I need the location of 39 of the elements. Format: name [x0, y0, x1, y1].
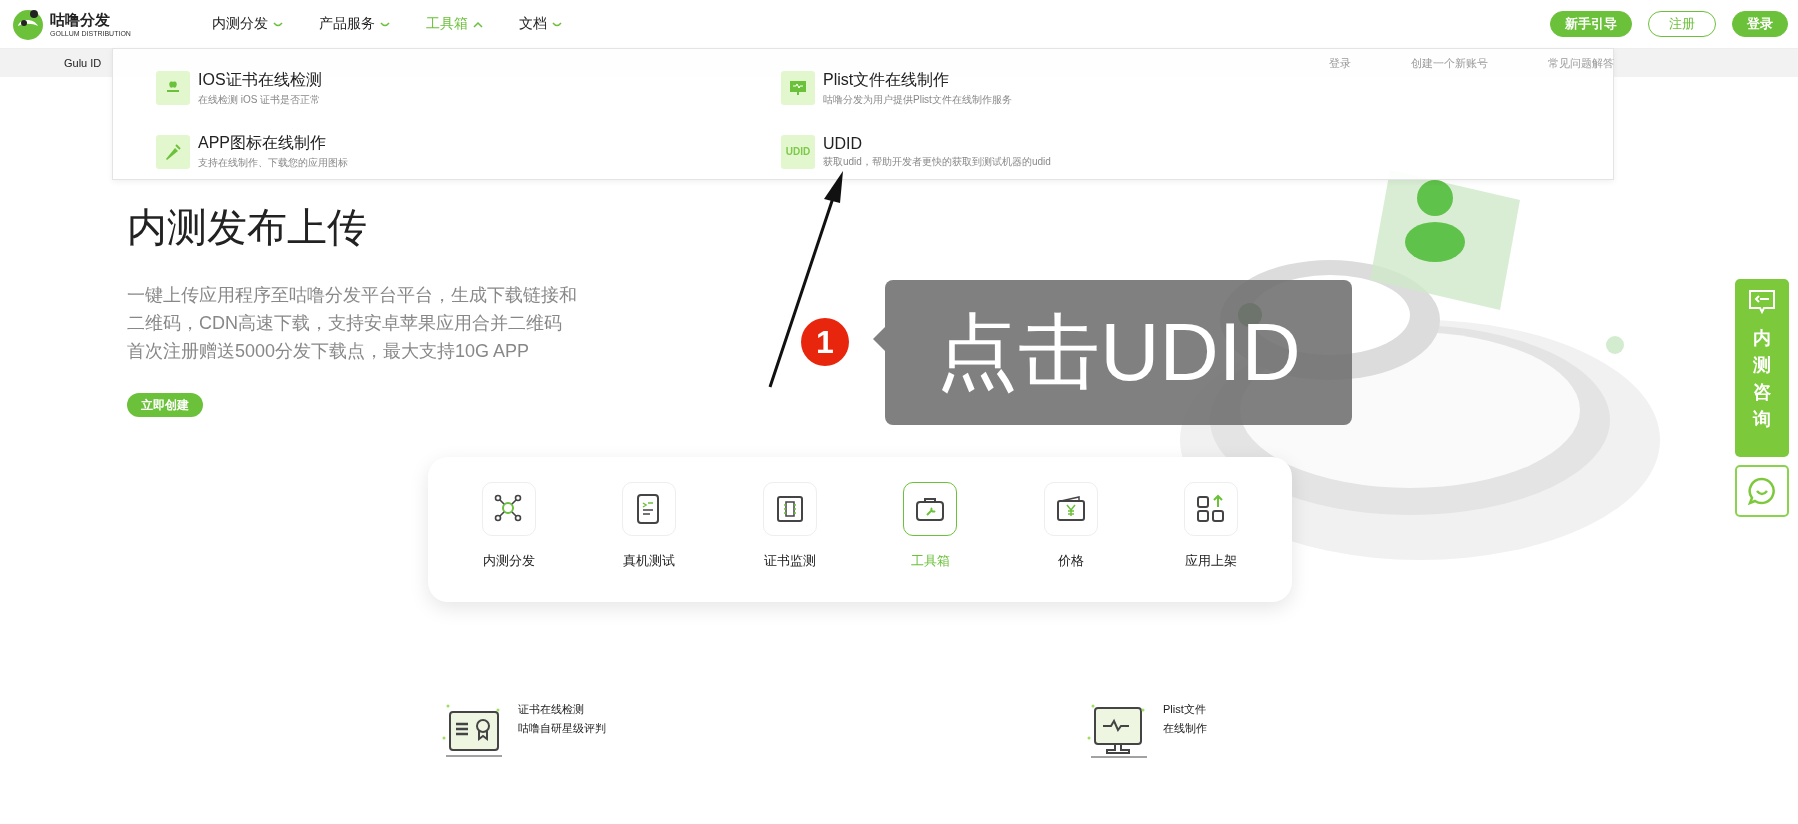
menu-item-description: 咕噜分发为用户提供Plist文件在线制作服务	[823, 92, 1012, 107]
monitor-icon	[781, 71, 815, 105]
menu-item-description: 获取udid，帮助开发者更快的获取到测试机器的udid	[823, 154, 1051, 169]
feature-label[interactable]: 内测分发	[483, 552, 535, 570]
feature-label[interactable]: 应用上架	[1184, 552, 1237, 570]
nav-menu-item[interactable]: 产品服务	[319, 15, 390, 33]
menu-item-description: 支持在线制作、下载您的应用图标	[198, 156, 348, 170]
highlight-text: Plist文件	[1163, 702, 1207, 717]
menu-item-title[interactable]: Plist文件在线制作	[823, 69, 1012, 91]
feature-tile[interactable]	[903, 482, 958, 536]
feature-label[interactable]: 证书监测	[763, 552, 816, 570]
app-grid-icon	[1194, 493, 1227, 525]
highlight-text: 在线制作	[1163, 721, 1207, 736]
message-icon	[1748, 289, 1776, 315]
logo-name: 咕噜分发	[50, 11, 111, 30]
callout-label: 点击UDID	[885, 280, 1352, 425]
chevron-down-icon	[380, 20, 390, 28]
nav-menu-item[interactable]: 文档	[519, 15, 562, 33]
highlight-text: 证书在线检测	[518, 702, 585, 717]
chevron-down-icon	[552, 20, 562, 28]
feature-label[interactable]: 真机测试	[623, 552, 676, 570]
sub-bar-title: Gulu ID	[64, 57, 102, 69]
highlight-text: 咕噜自研星级评判	[518, 721, 606, 736]
menu-item-description: 在线检测 iOS 证书是否正常	[198, 92, 322, 107]
hero-title: 内测发布上传	[127, 204, 368, 251]
menu-item-title[interactable]: IOS证书在线检测	[198, 69, 322, 91]
chevron-up-icon	[473, 20, 483, 28]
chevron-down-icon	[273, 20, 283, 28]
brush-icon	[156, 134, 190, 169]
chat-icon	[1747, 476, 1777, 506]
nav-menu-item[interactable]: 内测分发	[212, 15, 283, 33]
hero-description: 二维码，CDN高速下载，支持安卓苹果应用合并二维码	[127, 312, 562, 335]
menu-item-title[interactable]: APP图标在线制作	[198, 133, 348, 154]
menu-item-title[interactable]: UDID	[823, 134, 1051, 153]
hero-description: 首次注册赠送5000分发下载点，最大支持10G APP	[127, 340, 530, 363]
feature-label[interactable]: 价格	[1057, 552, 1084, 570]
hero-description: 一键上传应用程序至咕噜分发平台平台，生成下载链接和	[127, 284, 577, 307]
step-number-badge: 1	[801, 318, 849, 366]
udid-icon: UDID	[781, 134, 815, 169]
